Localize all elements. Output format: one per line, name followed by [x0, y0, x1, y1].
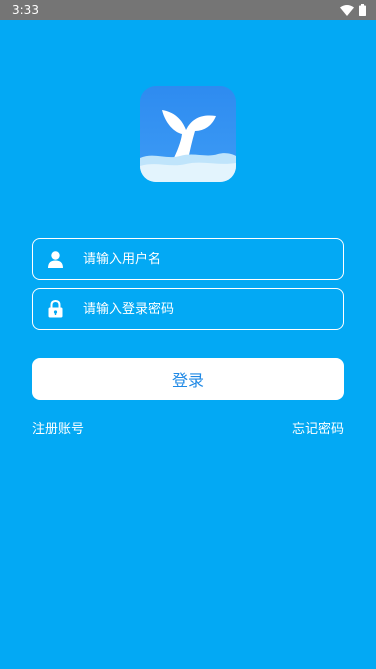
password-field[interactable]	[32, 288, 344, 330]
lock-icon	[33, 300, 77, 318]
status-time: 3:33	[12, 3, 39, 17]
forgot-password-link[interactable]: 忘记密码	[292, 418, 344, 437]
user-icon	[33, 250, 77, 268]
whale-tail-icon	[140, 110, 236, 182]
register-link[interactable]: 注册账号	[32, 418, 84, 437]
status-icons	[340, 4, 366, 16]
username-field[interactable]	[32, 238, 344, 280]
login-button[interactable]: 登录	[32, 358, 344, 400]
battery-icon	[359, 4, 366, 16]
password-input[interactable]	[83, 301, 323, 317]
wifi-icon	[340, 4, 354, 16]
status-bar: 3:33	[0, 0, 376, 20]
app-logo	[140, 86, 236, 182]
username-input[interactable]	[83, 251, 323, 267]
